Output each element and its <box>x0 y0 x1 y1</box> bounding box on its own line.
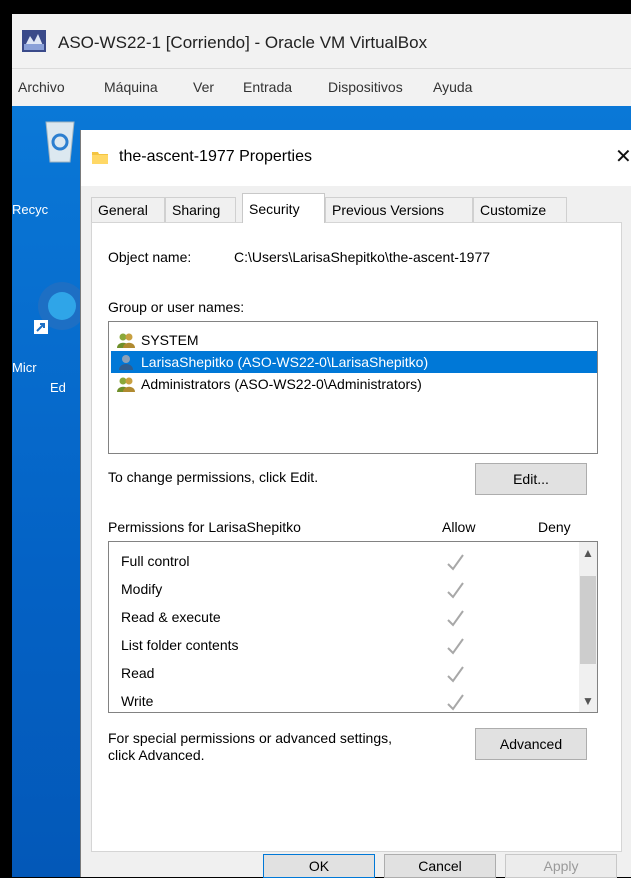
recycle-bin-label: Recyc <box>12 202 49 217</box>
permission-name: Read & execute <box>121 609 221 625</box>
user-item-label: SYSTEM <box>141 332 199 348</box>
menu-entrada[interactable]: Entrada <box>243 79 292 95</box>
dialog-title: the-ascent-1977 Properties <box>119 148 312 165</box>
edit-button[interactable]: Edit... <box>475 463 587 495</box>
tab-previous-versions[interactable]: Previous Versions <box>325 197 473 222</box>
permission-name: Modify <box>121 581 163 597</box>
permission-row: Read <box>109 660 579 688</box>
permission-name: Read <box>121 665 155 681</box>
tab-security[interactable]: Security <box>242 193 325 223</box>
permission-name: List folder contents <box>121 637 239 653</box>
tab-general[interactable]: General <box>91 197 165 222</box>
permissions-scrollbar[interactable]: ▲ ▼ <box>579 542 597 712</box>
user-item-system[interactable]: SYSTEM <box>111 329 597 351</box>
permissions-list: Full control Modify Read & execute List … <box>108 541 598 713</box>
user-icon <box>119 355 133 370</box>
special-permissions-text: For special permissions or advanced sett… <box>108 730 393 746</box>
edge-icon[interactable] <box>32 276 82 336</box>
edge-label-2: Ed <box>50 380 66 395</box>
permission-name: Full control <box>121 553 190 569</box>
user-item-administrators[interactable]: Administrators (ASO-WS22-0\Administrator… <box>111 373 597 395</box>
allow-checkmark-icon <box>447 554 464 571</box>
permission-row: Read & execute <box>109 604 579 632</box>
scroll-down-icon[interactable]: ▼ <box>582 694 594 708</box>
tab-sharing[interactable]: Sharing <box>165 197 236 222</box>
menu-ayuda[interactable]: Ayuda <box>433 79 472 95</box>
permission-row: Write <box>109 688 579 712</box>
permission-row: Full control <box>109 548 579 576</box>
user-item-label: LarisaShepitko (ASO-WS22-0\LarisaShepitk… <box>141 354 429 370</box>
advanced-button[interactable]: Advanced <box>475 728 587 760</box>
menu-archivo[interactable]: Archivo <box>18 79 65 95</box>
permissions-for-label: Permissions for LarisaShepitko <box>108 519 301 535</box>
change-permissions-text: To change permissions, click Edit. <box>108 469 319 485</box>
permission-row: List folder contents <box>109 632 579 660</box>
window-title: ASO-WS22-1 [Corriendo] - Oracle VM Virtu… <box>58 33 428 52</box>
menu-ver[interactable]: Ver <box>193 79 214 95</box>
ok-button[interactable]: OK <box>263 854 375 878</box>
allow-checkmark-icon <box>447 638 464 655</box>
deny-header: Deny <box>538 519 571 535</box>
group-user-label: Group or user names: <box>108 299 245 315</box>
virtualbox-title-bar: ASO-WS22-1 [Corriendo] - Oracle VM Virtu… <box>12 14 631 68</box>
menu-maquina[interactable]: Máquina <box>104 79 158 95</box>
group-users-icon <box>117 377 135 392</box>
apply-button[interactable]: Apply <box>505 854 617 878</box>
scroll-up-icon[interactable]: ▲ <box>582 546 594 560</box>
allow-checkmark-icon <box>447 694 464 711</box>
cancel-button[interactable]: Cancel <box>384 854 496 878</box>
special-permissions-text-2: click Advanced. <box>108 747 205 763</box>
close-icon[interactable]: ✕ <box>615 144 631 169</box>
menu-dispositivos[interactable]: Dispositivos <box>328 79 403 95</box>
tab-customize[interactable]: Customize <box>473 197 567 222</box>
user-item-label: Administrators (ASO-WS22-0\Administrator… <box>141 376 422 392</box>
object-name-label: Object name: <box>108 249 192 265</box>
folder-icon <box>92 152 108 164</box>
scrollbar-thumb[interactable] <box>580 576 596 664</box>
dialog-button-row: OK Cancel Apply <box>81 852 631 878</box>
security-tab-panel: Object name: C:\Users\LarisaShepitko\the… <box>91 222 622 852</box>
group-users-icon <box>117 333 135 348</box>
edge-label: Micr <box>12 360 37 375</box>
user-list[interactable]: SYSTEM LarisaShepitko (ASO-WS22-0\Larisa… <box>108 321 598 454</box>
allow-checkmark-icon <box>447 610 464 627</box>
host-top-bar <box>0 0 631 14</box>
user-item-larisashepitko[interactable]: LarisaShepitko (ASO-WS22-0\LarisaShepitk… <box>111 351 597 373</box>
dialog-title-bar: the-ascent-1977 Properties ✕ <box>81 130 631 186</box>
permission-row: Modify <box>109 576 579 604</box>
object-name-value: C:\Users\LarisaShepitko\the-ascent-1977 <box>234 249 491 265</box>
allow-header: Allow <box>442 519 476 535</box>
permission-name: Write <box>121 693 154 709</box>
recycle-bin-icon[interactable] <box>40 114 80 164</box>
virtualbox-menu-bar: Archivo Máquina Ver Entrada Dispositivos… <box>12 68 631 107</box>
allow-checkmark-icon <box>447 582 464 599</box>
virtualbox-app-icon <box>22 30 46 52</box>
allow-checkmark-icon <box>447 666 464 683</box>
properties-dialog: the-ascent-1977 Properties ✕ General Sha… <box>80 130 631 878</box>
